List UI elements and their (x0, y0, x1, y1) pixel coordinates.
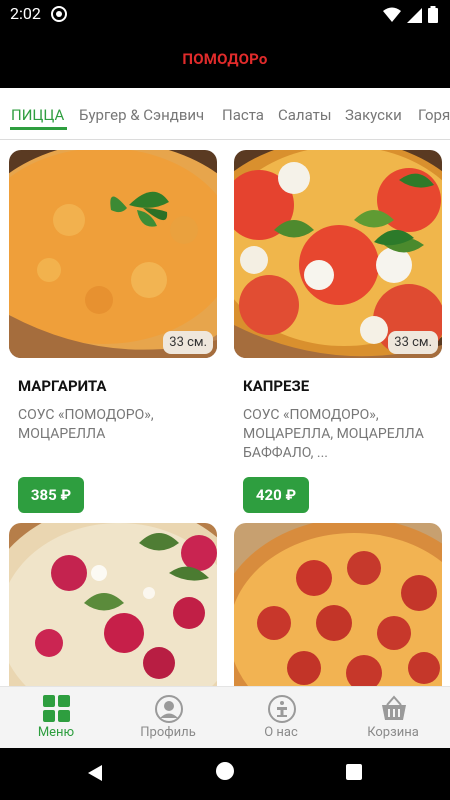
grid-icon (43, 695, 70, 722)
home-icon[interactable] (216, 762, 234, 780)
pizza-margarita-image (9, 150, 217, 358)
nav-label: О нас (264, 725, 298, 740)
product-card-margarita[interactable]: 33 см. МАРГАРИТА СОУС «ПОМОДОРО», МОЦАРЕ… (9, 150, 217, 520)
profile-icon (155, 695, 183, 723)
bottom-navigation: Меню Профиль О нас Корзина (0, 686, 450, 748)
nav-menu[interactable]: Меню (0, 687, 112, 749)
status-bar: 2:02 (0, 0, 450, 28)
price-button[interactable]: 420 ₽ (243, 477, 309, 513)
product-image-caprese[interactable]: 33 см. (234, 150, 442, 358)
product-card-3[interactable] (9, 523, 217, 686)
size-badge: 33 см. (163, 331, 213, 354)
tab-burger-sandwich[interactable]: Бургер & Сэндвич (79, 106, 204, 124)
pizza-pepperoni-image (234, 523, 442, 686)
nav-about[interactable]: О нас (225, 687, 337, 749)
product-card-4[interactable] (234, 523, 442, 686)
product-description: СОУС «ПОМОДОРО», МОЦАРЕЛЛА (18, 407, 154, 442)
tab-pasta[interactable]: Паста (222, 106, 264, 124)
app-title: ПОМОДОРо (182, 50, 268, 68)
product-name: МАРГАРИТА (18, 377, 107, 395)
tab-snacks[interactable]: Закуски (345, 106, 402, 124)
wifi-icon (383, 7, 401, 22)
size-badge: 33 см. (388, 331, 438, 354)
product-card-caprese[interactable]: 33 см. КАПРЕЗЕ СОУС «ПОМОДОРО», МОЦАРЕЛЛ… (234, 150, 442, 520)
tab-salads[interactable]: Салаты (278, 106, 332, 124)
battery-icon (428, 6, 438, 23)
product-image-4[interactable] (234, 523, 442, 686)
status-time: 2:02 (10, 4, 41, 23)
nav-profile[interactable]: Профиль (112, 687, 224, 749)
tab-hot[interactable]: Горя (418, 106, 450, 124)
product-name: КАПРЕЗЕ (243, 377, 310, 395)
product-grid: 33 см. МАРГАРИТА СОУС «ПОМОДОРО», МОЦАРЕ… (0, 141, 450, 686)
android-navigation-bar (0, 748, 450, 800)
tab-pizza[interactable]: ПИЦЦА (11, 106, 64, 124)
pizza-caprese-image (234, 150, 442, 358)
price-button[interactable]: 385 ₽ (18, 477, 84, 513)
nav-label: Меню (37, 725, 75, 740)
nav-label: Корзина (367, 725, 419, 740)
status-icons (383, 6, 438, 23)
basket-icon (382, 695, 406, 720)
nav-cart[interactable]: Корзина (337, 687, 449, 749)
back-icon[interactable] (86, 764, 104, 782)
pizza-berries-image (9, 523, 217, 686)
signal-icon (407, 7, 422, 23)
nav-label: Профиль (140, 725, 196, 740)
info-icon (268, 695, 296, 723)
app-header: ПОМОДОРо (0, 28, 450, 88)
category-tabs: ПИЦЦА Бургер & Сэндвич Паста Салаты Заку… (0, 88, 450, 140)
product-description: СОУС «ПОМОДОРО», МОЦАРЕЛЛА, МОЦАРЕЛЛА БА… (243, 407, 424, 461)
recent-apps-icon[interactable] (346, 764, 362, 780)
product-image-3[interactable] (9, 523, 217, 686)
product-image-margarita[interactable]: 33 см. (9, 150, 217, 358)
notification-icon (51, 6, 67, 22)
active-tab-indicator (10, 127, 67, 130)
